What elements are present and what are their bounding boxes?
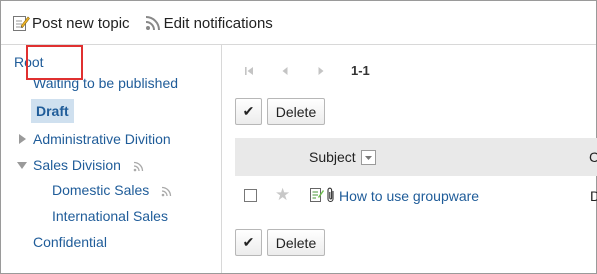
subject-column-header[interactable]: Subject: [309, 149, 356, 165]
select-all-button[interactable]: ✔: [235, 229, 262, 256]
action-row-bottom: ✔ Delete: [235, 229, 325, 256]
expand-arrow-icon[interactable]: [19, 134, 26, 144]
first-page-icon[interactable]: [243, 64, 255, 76]
post-new-topic-button[interactable]: Post new topic: [12, 14, 130, 32]
rss-icon: [161, 186, 172, 197]
tree-item-international[interactable]: International Sales: [52, 208, 168, 224]
toolbar-divider: [1, 44, 596, 45]
memo-icon: [310, 187, 324, 203]
delete-button[interactable]: Delete: [267, 229, 325, 256]
sort-dropdown-icon[interactable]: [361, 150, 376, 165]
toolbar: Post new topic Edit notifications: [12, 12, 273, 34]
tree-item-administrative[interactable]: Administrative Divition: [33, 131, 171, 147]
tree-item-sales[interactable]: Sales Division: [33, 157, 121, 173]
select-all-button[interactable]: ✔: [235, 98, 262, 125]
row-cell-c: D: [590, 188, 597, 204]
star-icon[interactable]: ★: [275, 185, 290, 205]
next-page-icon[interactable]: [315, 64, 327, 76]
row-checkbox[interactable]: [244, 189, 257, 202]
tree-item-confidential[interactable]: Confidential: [33, 234, 107, 250]
edit-notifications-label: Edit notifications: [163, 14, 273, 32]
paperclip-icon: [326, 187, 336, 203]
pane-divider: [221, 45, 222, 273]
rss-icon: [133, 161, 144, 172]
rss-icon: [144, 14, 162, 32]
draft-highlight-box: [26, 45, 83, 80]
edit-notifications-button[interactable]: Edit notifications: [144, 14, 273, 32]
tree-item-domestic[interactable]: Domestic Sales: [52, 182, 149, 198]
table-header: Subject C: [235, 138, 597, 176]
tree-item-draft[interactable]: Draft: [31, 99, 74, 123]
topic-link[interactable]: How to use groupware: [339, 188, 479, 204]
pager: 1-1: [243, 62, 370, 78]
action-row-top: ✔ Delete: [235, 98, 325, 125]
prev-page-icon[interactable]: [279, 64, 291, 76]
post-new-topic-label: Post new topic: [32, 14, 130, 32]
column-header-c: C: [589, 149, 597, 165]
page-range: 1-1: [351, 62, 370, 78]
pencil-note-icon: [12, 14, 30, 32]
delete-button[interactable]: Delete: [267, 98, 325, 125]
collapse-arrow-icon[interactable]: [17, 162, 27, 169]
table-row: ★ How to use groupware D: [235, 180, 597, 212]
